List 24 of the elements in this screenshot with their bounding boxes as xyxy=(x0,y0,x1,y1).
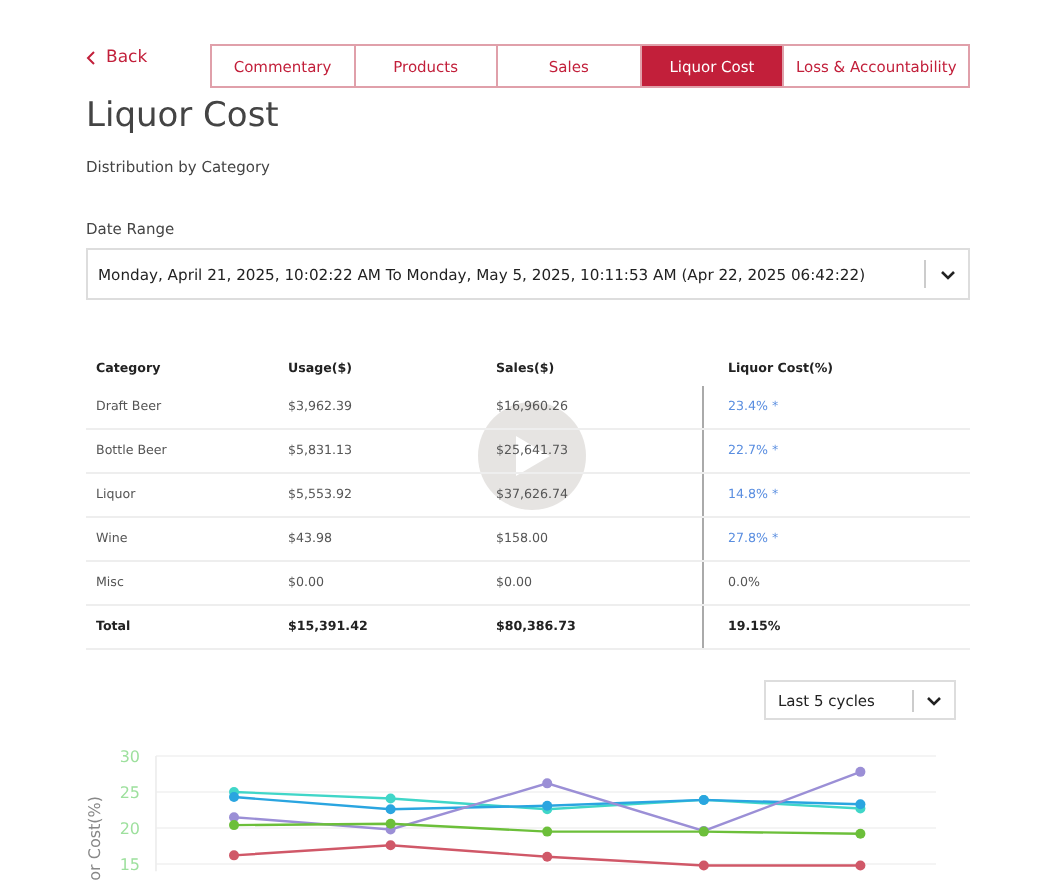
point xyxy=(385,793,396,804)
point xyxy=(542,851,553,862)
y-tick-label: 20 xyxy=(119,820,140,838)
point xyxy=(229,792,239,803)
y-tick-label: 15 xyxy=(119,856,140,874)
point xyxy=(542,826,553,837)
caret-icon xyxy=(926,695,942,705)
point xyxy=(855,828,866,839)
point xyxy=(542,778,553,789)
y-tick-label: 30 xyxy=(119,748,140,766)
point xyxy=(698,860,709,871)
y-tick-label: 25 xyxy=(119,784,140,802)
point xyxy=(385,818,396,829)
page-title: Liquor Cost xyxy=(86,96,281,136)
point xyxy=(385,840,396,851)
point xyxy=(229,820,239,831)
caret-icon xyxy=(939,269,955,279)
y-axis-label: or Cost(%) xyxy=(86,796,104,881)
point xyxy=(385,804,396,815)
point xyxy=(855,860,866,871)
point xyxy=(855,766,866,777)
chevron-left-icon xyxy=(86,50,96,66)
point xyxy=(229,850,239,861)
back-link[interactable]: Back xyxy=(86,48,210,68)
